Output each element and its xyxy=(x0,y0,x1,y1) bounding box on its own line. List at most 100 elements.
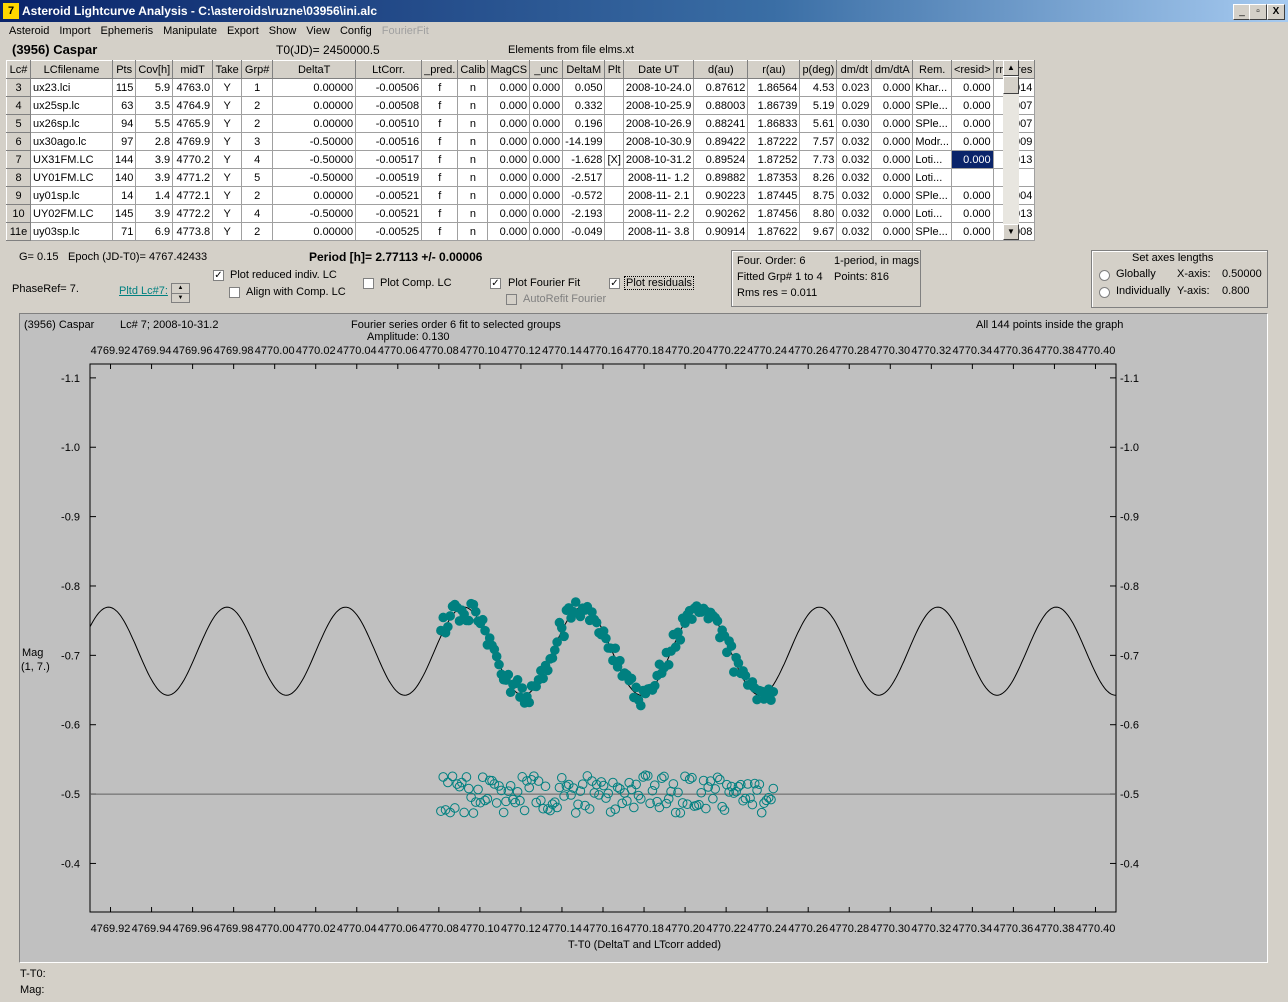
table-cell[interactable]: -0.00521 xyxy=(355,186,423,205)
scroll-up-icon[interactable]: ▲ xyxy=(1003,60,1019,76)
row-header[interactable]: 9 xyxy=(6,186,31,205)
table-cell[interactable]: Khar... xyxy=(912,78,952,97)
table-cell[interactable]: 1.86833 xyxy=(747,114,801,133)
table-cell[interactable]: 0.000 xyxy=(529,186,564,205)
table-cell[interactable]: 0.023 xyxy=(836,78,873,97)
table-cell[interactable]: 4 xyxy=(241,204,274,223)
table-cell[interactable]: 0.000 xyxy=(487,168,531,187)
table-cell[interactable]: -0.00508 xyxy=(355,96,423,115)
table-cell[interactable]: 0.90223 xyxy=(693,186,749,205)
menu-export[interactable]: Export xyxy=(222,23,264,39)
row-header[interactable]: 11e xyxy=(6,222,31,241)
table-cell[interactable]: 2008-11- 2.2 xyxy=(622,204,695,223)
table-cell[interactable]: Y xyxy=(212,204,243,223)
table-cell[interactable]: 4773.8 xyxy=(172,222,214,241)
column-header[interactable]: d(au) xyxy=(693,60,749,79)
table-cell[interactable]: 0.000 xyxy=(529,168,564,187)
table-cell[interactable]: ux26sp.lc xyxy=(30,114,113,133)
table-scrollbar[interactable]: ▲ ▼ xyxy=(1003,60,1019,240)
column-header[interactable]: Date UT xyxy=(622,60,695,79)
row-header[interactable]: 4 xyxy=(6,96,31,115)
table-cell[interactable]: 0.000 xyxy=(487,186,531,205)
column-header[interactable]: Rem. xyxy=(912,60,952,79)
table-cell[interactable]: 0.000 xyxy=(871,204,914,223)
table-cell[interactable]: 0.88003 xyxy=(693,96,749,115)
table-cell[interactable]: 4771.2 xyxy=(172,168,214,187)
spin-up-icon[interactable]: ▲ xyxy=(172,284,189,294)
table-cell[interactable] xyxy=(604,132,624,151)
table-cell[interactable]: f xyxy=(421,186,459,205)
table-cell[interactable]: -0.00521 xyxy=(355,204,423,223)
column-header[interactable]: _unc xyxy=(529,60,564,79)
table-cell[interactable]: 0.000 xyxy=(950,114,994,133)
table-cell[interactable]: 0.000 xyxy=(487,222,531,241)
table-cell[interactable]: 2 xyxy=(241,96,274,115)
table-cell[interactable]: 0.88241 xyxy=(693,114,749,133)
table-row[interactable]: 10 UY02FM.LC 145 3.9 4772.2 Y 4 -0.50000 -0.0052… xyxy=(6,204,1036,223)
table-cell[interactable]: 1 xyxy=(241,78,274,97)
table-cell[interactable]: n xyxy=(457,186,489,205)
table-cell[interactable]: 94 xyxy=(111,114,137,133)
table-cell[interactable]: 2 xyxy=(241,114,274,133)
table-cell[interactable]: Modr... xyxy=(912,132,952,151)
table-cell[interactable]: 3.9 xyxy=(135,168,174,187)
table-cell[interactable]: n xyxy=(457,114,489,133)
table-cell[interactable]: Y xyxy=(212,78,243,97)
table-cell[interactable]: 0.00000 xyxy=(272,186,357,205)
column-header[interactable]: _pred. xyxy=(421,60,459,79)
table-cell[interactable]: n xyxy=(457,204,489,223)
table-cell[interactable]: 1.87622 xyxy=(747,222,801,241)
table-cell[interactable]: 8.26 xyxy=(799,168,838,187)
table-cell[interactable]: SPle... xyxy=(912,186,952,205)
table-cell[interactable]: Y xyxy=(212,168,243,187)
table-cell[interactable]: 0.032 xyxy=(836,150,873,169)
table-cell[interactable]: UY02FM.LC xyxy=(30,204,113,223)
scroll-down-icon[interactable]: ▼ xyxy=(1003,224,1019,240)
table-cell[interactable]: ux30ago.lc xyxy=(30,132,113,151)
table-cell[interactable] xyxy=(604,114,624,133)
column-header[interactable]: Cov[h] xyxy=(135,60,174,79)
table-cell[interactable]: 0.032 xyxy=(836,168,873,187)
table-cell[interactable]: 0.000 xyxy=(529,204,564,223)
table-cell[interactable] xyxy=(604,96,624,115)
spin-down-icon[interactable]: ▼ xyxy=(172,294,189,302)
table-cell[interactable]: 3.9 xyxy=(135,204,174,223)
table-row[interactable]: 4 ux25sp.lc 63 3.5 4764.9 Y 2 0.00000 -0.00508 f n… xyxy=(6,96,1036,115)
menu-show[interactable]: Show xyxy=(264,23,302,39)
table-cell[interactable]: 2.8 xyxy=(135,132,174,151)
table-cell[interactable]: 0.000 xyxy=(487,114,531,133)
individually-radio[interactable] xyxy=(1099,287,1110,298)
table-cell[interactable]: SPle... xyxy=(912,96,952,115)
plot-fourier-checkbox[interactable]: ✓ xyxy=(490,278,501,289)
table-cell[interactable]: 14 xyxy=(111,186,137,205)
table-cell[interactable] xyxy=(604,222,624,241)
table-cell[interactable]: -0.50000 xyxy=(272,204,357,223)
table-cell[interactable]: ux25sp.lc xyxy=(30,96,113,115)
table-cell[interactable]: uy01sp.lc xyxy=(30,186,113,205)
table-cell[interactable]: 5 xyxy=(241,168,274,187)
menu-import[interactable]: Import xyxy=(54,23,95,39)
table-cell[interactable]: SPle... xyxy=(912,222,952,241)
table-cell[interactable]: 1.86739 xyxy=(747,96,801,115)
table-row[interactable]: 11e uy03sp.lc 71 6.9 4773.8 Y 2 0.00000 -0.00525… xyxy=(6,222,1036,241)
table-cell[interactable]: -0.049 xyxy=(562,222,606,241)
table-cell[interactable]: 1.87456 xyxy=(747,204,801,223)
table-cell[interactable]: -14.199 xyxy=(562,132,606,151)
table-row[interactable]: 8 UY01FM.LC 140 3.9 4771.2 Y 5 -0.50000 -0.00519… xyxy=(6,168,1036,187)
table-cell[interactable]: 0.000 xyxy=(529,222,564,241)
table-cell[interactable]: 2 xyxy=(241,222,274,241)
table-cell[interactable]: 1.86564 xyxy=(747,78,801,97)
table-cell[interactable]: f xyxy=(421,132,459,151)
table-cell[interactable]: 0.89882 xyxy=(693,168,749,187)
table-cell[interactable]: 0.000 xyxy=(529,96,564,115)
table-cell[interactable]: 1.87252 xyxy=(747,150,801,169)
table-cell[interactable]: 8.75 xyxy=(799,186,838,205)
column-header[interactable]: Grp# xyxy=(241,60,274,79)
column-header[interactable]: Plt xyxy=(604,60,624,79)
table-cell[interactable]: UX31FM.LC xyxy=(30,150,113,169)
table-cell[interactable]: 0.000 xyxy=(871,96,914,115)
table-cell[interactable]: 0.000 xyxy=(487,78,531,97)
table-cell[interactable]: Y xyxy=(212,222,243,241)
y-axis-value[interactable]: 0.800 xyxy=(1222,285,1250,297)
table-row[interactable]: 7 UX31FM.LC 144 3.9 4770.2 Y 4 -0.50000 -0.00517… xyxy=(6,150,1036,169)
